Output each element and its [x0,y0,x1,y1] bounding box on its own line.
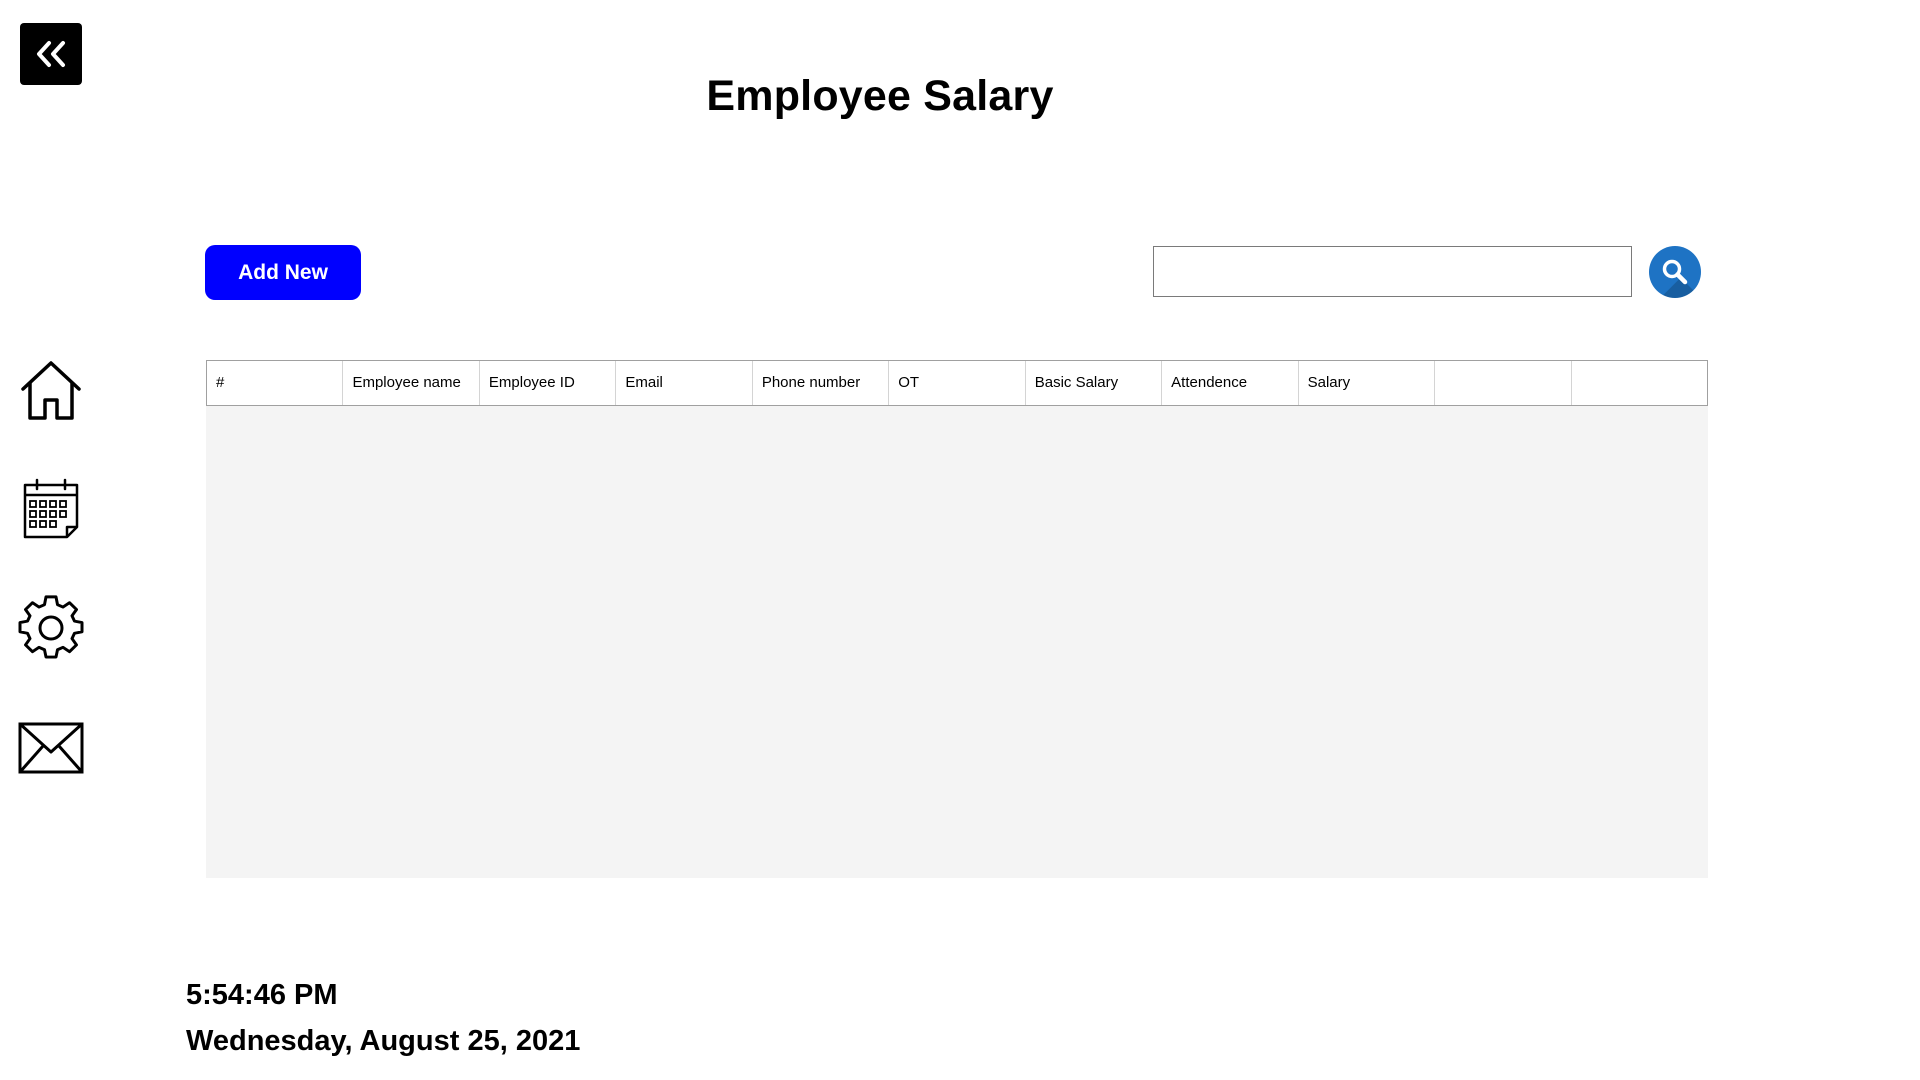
column-header-blank-2[interactable] [1572,361,1707,405]
column-header-employee-id[interactable]: Employee ID [480,361,617,405]
page-title: Employee Salary [706,72,1054,120]
sidebar-collapse-button[interactable] [20,23,82,85]
sidebar-item-settings[interactable] [18,595,84,661]
column-header-number[interactable]: # [207,361,344,405]
table-header: # Employee name Employee ID Email Phone … [206,360,1708,406]
column-header-salary[interactable]: Salary [1299,361,1436,405]
sidebar-item-home[interactable] [18,357,84,423]
column-header-attendence[interactable]: Attendence [1162,361,1299,405]
salary-table: # Employee name Employee ID Email Phone … [206,360,1708,878]
add-new-button[interactable]: Add New [205,245,361,300]
sidebar-item-calendar[interactable] [18,476,84,542]
calendar-icon [23,478,79,539]
column-header-blank-1[interactable] [1435,361,1572,405]
table-body[interactable] [206,406,1708,878]
column-header-ot[interactable]: OT [889,361,1026,405]
search-input[interactable] [1153,246,1632,297]
home-icon [21,361,81,420]
clock-time: 5:54:46 PM [186,979,338,1011]
gear-icon [18,595,84,659]
mail-icon [18,722,84,774]
double-chevron-left-icon [37,41,65,67]
search-icon [1662,259,1688,285]
column-header-basic-salary[interactable]: Basic Salary [1026,361,1163,405]
app-window: Employee Salary Add New # Employee name … [0,0,1920,1080]
sidebar-item-mail[interactable] [18,715,84,781]
clock-date: Wednesday, August 25, 2021 [186,1025,581,1057]
search-button[interactable] [1649,246,1701,298]
column-header-email[interactable]: Email [616,361,753,405]
column-header-phone-number[interactable]: Phone number [753,361,890,405]
column-header-employee-name[interactable]: Employee name [343,361,480,405]
